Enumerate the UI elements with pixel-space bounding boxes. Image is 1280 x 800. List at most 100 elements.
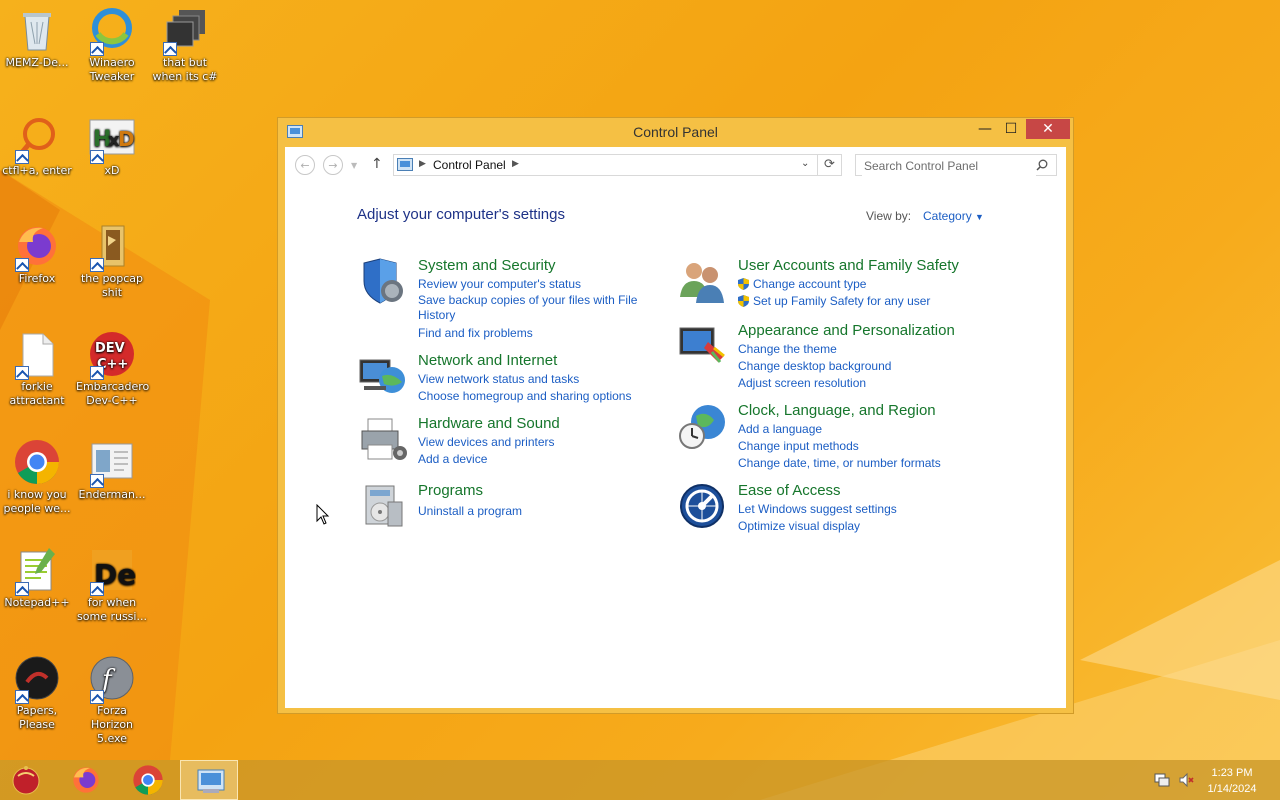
category-link[interactable]: Find and fix problems <box>418 325 658 342</box>
category-title[interactable]: Ease of Access <box>738 482 841 499</box>
category-title[interactable]: Appearance and Personalization <box>738 322 955 339</box>
taskbar-control-panel[interactable] <box>180 760 238 800</box>
desktop-icon-xd[interactable]: HxD xD <box>76 110 148 178</box>
category-link[interactable]: Save backup copies of your files with Fi… <box>418 293 648 323</box>
search-icon[interactable] <box>1036 159 1048 171</box>
start-button[interactable] <box>0 760 58 800</box>
category-link[interactable]: Change the theme <box>738 341 978 358</box>
desktop-icon-label: the popcap shit <box>80 272 143 299</box>
desktop-icon-label: Firefox <box>18 272 56 285</box>
breadcrumb-arrow-icon[interactable]: ▶ <box>512 158 519 169</box>
category-link[interactable]: Adjust screen resolution <box>738 375 978 392</box>
address-dropdown-icon[interactable]: ⌄ <box>801 158 809 169</box>
desktop-icon-forkie[interactable]: forkie attractant <box>1 326 73 408</box>
desktop-icon-label: Notepad++ <box>4 596 70 609</box>
minimize-button[interactable]: — <box>972 119 998 139</box>
programs-icon[interactable] <box>358 482 408 532</box>
recent-locations-dropdown[interactable]: ▼ <box>351 161 357 170</box>
taskbar-chrome[interactable] <box>118 760 176 800</box>
notepadpp-icon <box>13 546 61 596</box>
users-icon[interactable] <box>678 257 728 307</box>
maximize-button[interactable]: ☐ <box>998 119 1024 139</box>
hxd-icon: HxD <box>88 114 136 164</box>
category-link[interactable]: Choose homegroup and sharing options <box>418 388 658 405</box>
control-panel-icon <box>197 769 225 793</box>
flash-icon: f <box>88 654 136 704</box>
category-link[interactable]: Add a language <box>738 421 978 438</box>
desktop-icon-devcpp[interactable]: DEV C++ Embarcadero Dev-C++ <box>76 326 149 408</box>
up-button[interactable]: ↑ <box>371 156 383 172</box>
chrome-icon <box>13 438 61 486</box>
volume-muted-icon[interactable] <box>1178 772 1194 788</box>
clock-globe-icon[interactable] <box>678 402 728 452</box>
address-bar[interactable]: ▶ Control Panel ▶ ⌄ <box>393 154 842 176</box>
desktop-icon-label: forkie attractant <box>9 380 65 407</box>
network-icon[interactable] <box>1154 772 1170 788</box>
category-title[interactable]: System and Security <box>418 257 556 274</box>
category-link[interactable]: Review your computer's status <box>418 276 658 293</box>
network-globe-icon[interactable] <box>358 352 408 402</box>
close-button[interactable]: ✕ <box>1026 119 1070 139</box>
monitor-paint-icon[interactable] <box>678 322 728 372</box>
view-by-dropdown[interactable]: Category ▼ <box>923 209 984 223</box>
desktop-icon-notepadpp[interactable]: Notepad++ <box>1 542 73 610</box>
svg-text:D: D <box>118 127 135 151</box>
desktop-icon-label: for when some russi... <box>77 596 147 623</box>
back-button[interactable]: ← <box>295 155 315 175</box>
desktop-icon-russi[interactable]: De for when some russi... <box>76 542 148 624</box>
desktop-icon-label: xD <box>104 164 120 177</box>
category-link[interactable]: Optimize visual display <box>738 518 978 535</box>
desktop-icon-memz[interactable]: MEMZ-De... <box>1 2 73 70</box>
navigation-bar: ← → ▼ ↑ ▶ Control Panel ▶ ⌄ ⟳ <box>285 147 1066 185</box>
breadcrumb[interactable]: Control Panel <box>433 158 506 172</box>
category-link[interactable]: Let Windows suggest settings <box>738 501 978 518</box>
category-title[interactable]: User Accounts and Family Safety <box>738 257 959 274</box>
search-input[interactable] <box>862 156 1036 176</box>
chrome-icon <box>133 765 163 795</box>
desktop-icon-winaero[interactable]: Winaero Tweaker <box>76 2 148 84</box>
forward-button[interactable]: → <box>323 155 343 175</box>
taskbar-firefox[interactable] <box>56 760 114 800</box>
desktop-icon-chrome[interactable]: i know you people we... <box>1 434 73 516</box>
category-title[interactable]: Hardware and Sound <box>418 415 560 432</box>
breadcrumb-separator-icon: ▶ <box>419 158 426 168</box>
desktop-icon-label: ctfl+a, enter <box>2 164 72 177</box>
system-clock[interactable]: 1:23 PM 1/14/2024 <box>1202 765 1262 797</box>
mouse-cursor-icon <box>316 504 330 525</box>
category-link[interactable]: View network status and tasks <box>418 371 658 388</box>
category-link[interactable]: Change account type <box>738 276 978 293</box>
desktop-icon-forza[interactable]: f Forza Horizon 5.exe <box>76 650 148 746</box>
category-link[interactable]: View devices and printers <box>418 434 658 451</box>
svg-text:DEV: DEV <box>95 341 125 356</box>
folder-icon <box>88 222 136 272</box>
desktop-icon-enderman[interactable]: Enderman... <box>76 434 148 502</box>
desktop-icon-csharp[interactable]: that but when its c# <box>149 2 221 84</box>
category-title[interactable]: Programs <box>418 482 483 499</box>
stacked-windows-icon <box>161 6 209 56</box>
shield-icon[interactable] <box>358 257 408 307</box>
category-link[interactable]: Set up Family Safety for any user <box>738 293 978 310</box>
desktop-icon-popcap[interactable]: the popcap shit <box>76 218 148 300</box>
desktop-icon-label: Enderman... <box>78 488 146 501</box>
refresh-button[interactable]: ⟳ <box>817 154 841 176</box>
category-title[interactable]: Network and Internet <box>418 352 557 369</box>
uac-shield-icon <box>738 295 749 307</box>
category-link[interactable]: Uninstall a program <box>418 503 658 520</box>
search-box[interactable] <box>855 154 1057 176</box>
title-bar[interactable]: Control Panel — ☐ ✕ <box>278 118 1073 146</box>
category-link[interactable]: Change desktop background <box>738 358 978 375</box>
desktop-icon-label: i know you people we... <box>3 488 71 515</box>
desktop-icon-papers-please[interactable]: Papers, Please <box>1 650 73 732</box>
view-by-value[interactable]: Category <box>923 209 972 223</box>
category-link[interactable]: Change date, time, or number formats <box>738 455 978 472</box>
firefox-icon <box>13 222 61 272</box>
category-link[interactable]: Change input methods <box>738 438 978 455</box>
chevron-down-icon[interactable]: ▼ <box>975 212 984 222</box>
printer-icon[interactable] <box>358 415 408 465</box>
category-link[interactable]: Add a device <box>418 451 658 468</box>
start-orb-icon <box>12 766 40 795</box>
desktop-icon-firefox[interactable]: Firefox <box>1 218 73 286</box>
desktop-icon-ctrl-a[interactable]: ctfl+a, enter <box>1 110 73 178</box>
category-title[interactable]: Clock, Language, and Region <box>738 402 936 419</box>
ease-of-access-icon[interactable] <box>678 482 728 532</box>
